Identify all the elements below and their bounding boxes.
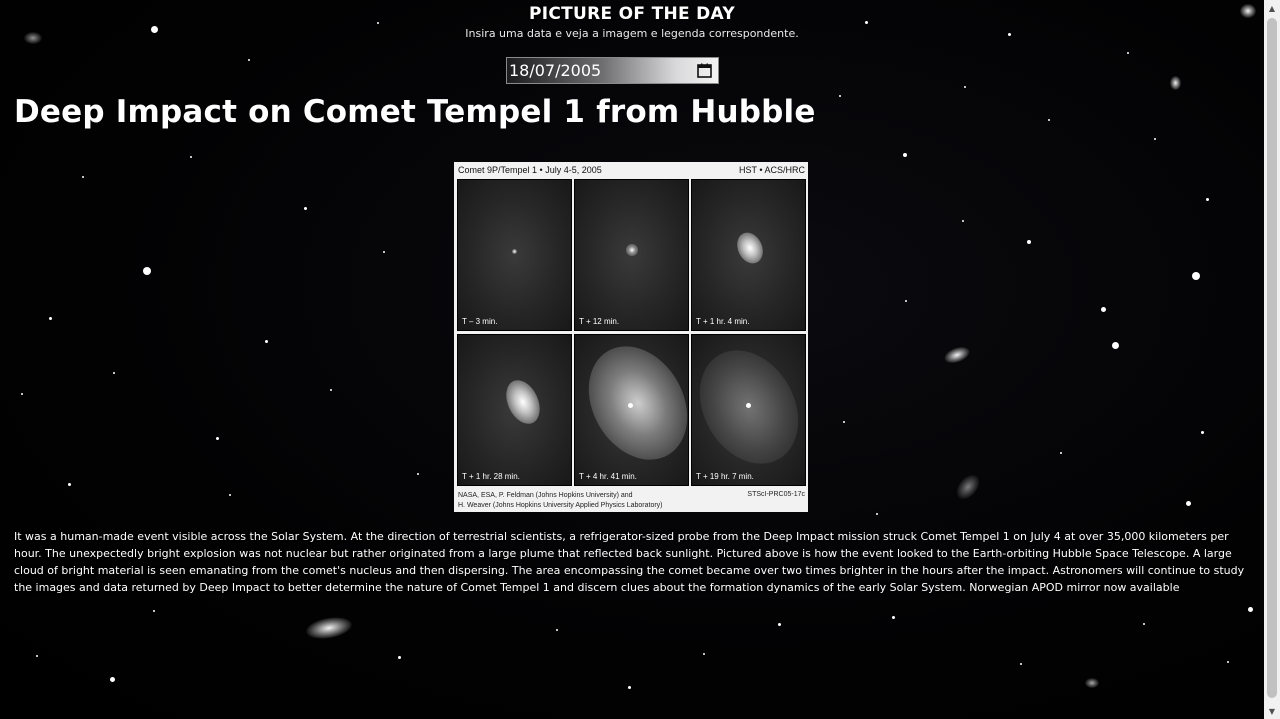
image-header-left: Comet 9P/Tempel 1 • July 4-5, 2005 — [458, 165, 602, 175]
comet-frame: T + 4 hr. 41 min. — [574, 334, 689, 486]
frame-label: T + 12 min. — [579, 317, 620, 326]
app-title: PICTURE OF THE DAY — [529, 4, 735, 24]
vertical-scrollbar[interactable]: ▲ ▼ — [1264, 0, 1280, 719]
scroll-down-arrow-icon[interactable]: ▼ — [1264, 703, 1280, 719]
frame-label: T + 19 hr. 7 min. — [696, 472, 754, 481]
frame-label: T + 1 hr. 28 min. — [462, 472, 520, 481]
apod-image: Comet 9P/Tempel 1 • July 4-5, 2005 HST •… — [454, 162, 808, 512]
image-credit: NASA, ESA, P. Feldman (Johns Hopkins Uni… — [458, 491, 663, 511]
comet-nucleus — [746, 403, 751, 408]
app-subtitle: Insira uma data e veja a imagem e legend… — [465, 27, 799, 40]
frame-label: T + 1 hr. 4 min. — [696, 317, 750, 326]
comet-frame: T + 1 hr. 28 min. — [457, 334, 572, 486]
comet-frame: T + 19 hr. 7 min. — [691, 334, 806, 486]
frame-label: T – 3 min. — [462, 317, 498, 326]
apod-explanation: It was a human-made event visible across… — [14, 530, 1245, 594]
date-input[interactable]: 18/07/2005 — [506, 57, 719, 84]
scrollbar-thumb[interactable] — [1267, 18, 1277, 698]
image-header-right: HST • ACS/HRC — [739, 165, 805, 175]
comet-nucleus — [626, 244, 638, 256]
scroll-up-arrow-icon[interactable]: ▲ — [1264, 0, 1280, 16]
comet-nucleus — [499, 374, 547, 430]
credit-line: NASA, ESA, P. Feldman (Johns Hopkins Uni… — [458, 492, 633, 499]
comet-nucleus — [732, 228, 768, 268]
calendar-icon[interactable] — [697, 63, 712, 78]
comet-nucleus — [512, 249, 517, 254]
comet-frame: T + 1 hr. 4 min. — [691, 179, 806, 331]
comet-nucleus — [628, 403, 633, 408]
comet-frame: T + 12 min. — [574, 179, 689, 331]
date-value: 18/07/2005 — [509, 61, 602, 80]
credit-line: H. Weaver (Johns Hopkins University Appl… — [458, 502, 663, 509]
comet-frame: T – 3 min. — [457, 179, 572, 331]
apod-title: Deep Impact on Comet Tempel 1 from Hubbl… — [14, 94, 816, 130]
frame-label: T + 4 hr. 41 min. — [579, 472, 637, 481]
image-id: STScI-PRC05-17c — [747, 491, 805, 498]
page-content: PICTURE OF THE DAY Insira uma data e vej… — [0, 0, 1264, 719]
